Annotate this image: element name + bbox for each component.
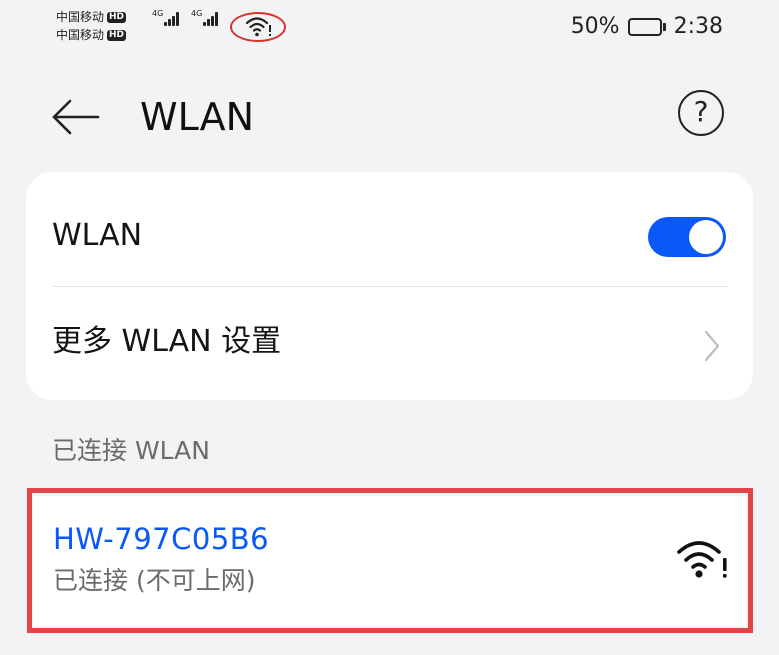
back-button[interactable]: [50, 92, 102, 142]
divider: [52, 286, 728, 287]
hd-badge-2: HD: [107, 29, 127, 41]
network-type-1: 4G: [152, 9, 164, 18]
more-wlan-settings-row[interactable]: 更多 WLAN 设置: [26, 288, 753, 400]
network-status: 已连接 (不可上网): [53, 566, 256, 595]
wlan-label: WLAN: [52, 218, 143, 253]
wifi-no-internet-icon: [677, 541, 727, 578]
more-wlan-settings-label: 更多 WLAN 设置: [52, 324, 282, 359]
wlan-toggle-row[interactable]: WLAN: [26, 172, 753, 284]
back-arrow-icon: [52, 99, 100, 135]
cellular-signal-icon: 4G: [191, 10, 218, 26]
carrier-info: 中国移动 HD 中国移动 HD: [56, 8, 127, 44]
connected-wlan-header: 已连接 WLAN: [52, 436, 210, 465]
cellular-signals: 4G 4G: [152, 10, 218, 26]
settings-card: WLAN 更多 WLAN 设置: [26, 172, 753, 400]
help-icon: ?: [693, 95, 709, 128]
page-title: WLAN: [140, 95, 255, 139]
wifi-status-icon: [230, 12, 288, 46]
network-ssid: HW-797C05B6: [53, 522, 270, 556]
wlan-toggle[interactable]: [648, 217, 726, 257]
chevron-right-icon: [704, 330, 720, 362]
right-status: 50% 2:38: [571, 14, 723, 39]
connected-network-item[interactable]: HW-797C05B6 已连接 (不可上网): [33, 496, 746, 626]
clock: 2:38: [673, 14, 723, 39]
cellular-signal-icon: 4G: [152, 10, 179, 26]
toggle-knob: [689, 220, 723, 254]
status-bar: 中国移动 HD 中国移动 HD 4G 4G 50% 2:38: [0, 0, 779, 58]
carrier-name-2: 中国移动: [56, 28, 105, 42]
battery-icon: [627, 17, 666, 36]
carrier-name-1: 中国移动: [56, 10, 105, 24]
hd-badge-1: HD: [107, 11, 127, 23]
network-type-2: 4G: [191, 9, 203, 18]
battery-percent: 50%: [570, 14, 620, 39]
help-button[interactable]: ?: [678, 90, 724, 136]
wifi-no-internet-icon: [245, 17, 271, 37]
title-bar: WLAN ?: [0, 78, 779, 154]
